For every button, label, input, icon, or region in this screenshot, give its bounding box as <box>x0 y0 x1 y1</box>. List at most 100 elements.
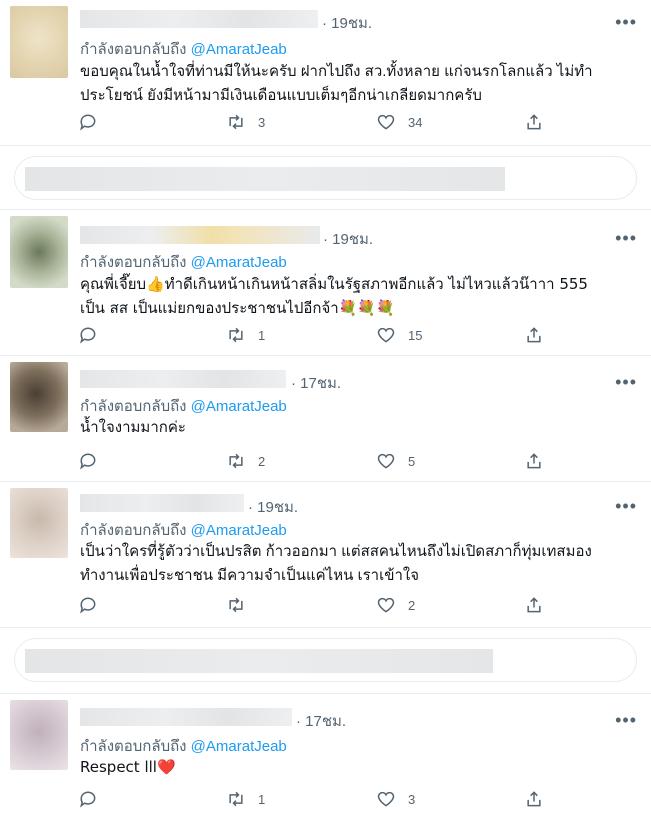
retweet-icon <box>229 453 243 469</box>
blurred-content <box>25 167 505 191</box>
reply-icon <box>80 453 96 470</box>
hidden-reply-pill[interactable] <box>14 638 637 682</box>
share-icon <box>527 791 541 807</box>
tweet-text-line: น้ำใจงามมากค่ะ <box>80 419 186 436</box>
like-button[interactable]: 34 <box>376 111 422 133</box>
like-icon <box>377 114 395 130</box>
tweet-time[interactable]: · 19ชม. <box>323 227 373 251</box>
like-button[interactable]: 2 <box>376 594 415 616</box>
share-button[interactable] <box>524 594 544 616</box>
tweet-time[interactable]: · 17ชม. <box>296 709 346 733</box>
like-button[interactable]: 5 <box>376 450 415 472</box>
avatar[interactable] <box>10 216 68 288</box>
retweet-icon <box>229 597 243 613</box>
reply-prefix: กำลังตอบกลับถึง <box>80 738 187 755</box>
like-count: 2 <box>408 597 416 613</box>
like-icon <box>377 327 395 343</box>
avatar[interactable] <box>10 362 68 432</box>
like-icon <box>377 791 395 807</box>
reply-handle-link[interactable]: @AmaratJeab <box>191 254 287 271</box>
author-name-blurred[interactable] <box>80 10 318 28</box>
reply-context: กำลังตอบกลับถึง @AmaratJeab <box>80 250 287 274</box>
share-button[interactable] <box>524 111 544 133</box>
reply-icon <box>80 791 96 808</box>
tweet-text: Respect lll❤️ <box>80 755 631 779</box>
like-count: 34 <box>408 114 423 130</box>
reply-context: กำลังตอบกลับถึง @AmaratJeab <box>80 518 287 542</box>
reply-button[interactable] <box>78 450 98 472</box>
tweet-text-line: คุณพี่เจี๊ยบ👍ทำดีเกินหน้าเกินหน้าสลิ่มใน… <box>80 275 588 293</box>
tweet-actions: 2 <box>78 594 558 616</box>
tweet-text: ขอบคุณในน้ำใจที่ท่านมีให้นะครับ ฝากไปถึง… <box>80 60 631 108</box>
reply-prefix: กำลังตอบกลับถึง <box>80 398 187 415</box>
tweet-1[interactable]: · 19ชม. ••• กำลังตอบกลับถึง @AmaratJeab … <box>0 0 651 146</box>
tweet-text-line: ขอบคุณในน้ำใจที่ท่านมีให้นะครับ ฝากไปถึง… <box>80 63 593 80</box>
share-button[interactable] <box>524 450 544 472</box>
reply-icon <box>80 327 96 344</box>
author-name-blurred[interactable] <box>80 494 244 512</box>
tweet-3[interactable]: · 17ชม. ••• กำลังตอบกลับถึง @AmaratJeab … <box>0 356 651 482</box>
retweet-icon <box>229 114 243 130</box>
share-icon <box>527 597 541 613</box>
tweet-time[interactable]: · 19ชม. <box>322 11 372 35</box>
reply-button[interactable] <box>78 788 98 810</box>
like-count: 15 <box>408 327 423 343</box>
retweet-icon <box>229 327 243 343</box>
share-icon <box>527 453 541 469</box>
retweet-button[interactable]: 1 <box>226 788 265 810</box>
reply-button[interactable] <box>78 111 98 133</box>
author-name-blurred[interactable] <box>80 708 292 726</box>
retweet-count: 2 <box>258 453 266 469</box>
like-count: 5 <box>408 453 416 469</box>
retweet-button[interactable]: 1 <box>226 324 265 346</box>
reply-prefix: กำลังตอบกลับถึง <box>80 254 187 271</box>
more-options-icon[interactable]: ••• <box>615 711 637 729</box>
reply-handle-link[interactable]: @AmaratJeab <box>191 398 287 415</box>
tweet-text: น้ำใจงามมากค่ะ <box>80 416 631 440</box>
like-icon <box>377 453 395 469</box>
tweet-actions: 2 5 <box>78 450 558 472</box>
retweet-count: 1 <box>258 791 266 807</box>
reply-prefix: กำลังตอบกลับถึง <box>80 41 187 58</box>
tweet-actions: 3 34 <box>78 111 558 133</box>
tweet-text-line: เป็น สส เป็นแม่ยกของประชาชนไปอีกจ้า💐💐💐 <box>80 299 395 317</box>
avatar[interactable] <box>10 6 68 78</box>
retweet-button[interactable]: 2 <box>226 450 265 472</box>
tweet-text: เป็นว่าใครที่รู้ตัวว่าเป็นปรสิต ก้าวออกม… <box>80 540 631 588</box>
share-icon <box>527 327 541 343</box>
reply-handle-link[interactable]: @AmaratJeab <box>191 522 287 539</box>
tweet-2[interactable]: · 19ชม. ••• กำลังตอบกลับถึง @AmaratJeab … <box>0 210 651 356</box>
tweet-time[interactable]: · 17ชม. <box>291 371 341 395</box>
like-button[interactable]: 3 <box>376 788 415 810</box>
like-button[interactable]: 15 <box>376 324 422 346</box>
tweet-time[interactable]: · 19ชม. <box>248 495 298 519</box>
more-options-icon[interactable]: ••• <box>615 13 637 31</box>
tweet-4[interactable]: · 19ชม. ••• กำลังตอบกลับถึง @AmaratJeab … <box>0 482 651 628</box>
more-options-icon[interactable]: ••• <box>615 229 637 247</box>
retweet-button[interactable]: 3 <box>226 111 265 133</box>
tweet-text-line: ทำงานเพื่อประชาชน มีความจำเป็นแค่ไหน เรา… <box>80 567 420 584</box>
author-name-blurred[interactable] <box>80 370 286 388</box>
hidden-reply-row <box>0 146 651 210</box>
reply-handle-link[interactable]: @AmaratJeab <box>191 41 287 58</box>
retweet-button[interactable] <box>226 594 258 616</box>
author-name-blurred[interactable] <box>80 226 320 244</box>
reply-button[interactable] <box>78 594 98 616</box>
hidden-reply-pill[interactable] <box>14 156 637 200</box>
like-count: 3 <box>408 791 416 807</box>
more-options-icon[interactable]: ••• <box>615 497 637 515</box>
avatar[interactable] <box>10 700 68 770</box>
reply-handle-link[interactable]: @AmaratJeab <box>191 738 287 755</box>
tweet-actions: 1 15 <box>78 324 558 346</box>
retweet-count: 3 <box>258 114 266 130</box>
tweet-text-line: ประโยชน์ ยังมีหน้ามามีเงินเดือนแบบเต็มๆอ… <box>80 87 482 104</box>
retweet-icon <box>229 791 243 807</box>
share-button[interactable] <box>524 324 544 346</box>
tweet-5[interactable]: · 17ชม. ••• กำลังตอบกลับถึง @AmaratJeab … <box>0 694 651 820</box>
reply-button[interactable] <box>78 324 98 346</box>
reply-icon <box>80 597 96 614</box>
reply-context: กำลังตอบกลับถึง @AmaratJeab <box>80 394 287 418</box>
share-button[interactable] <box>524 788 544 810</box>
more-options-icon[interactable]: ••• <box>615 373 637 391</box>
avatar[interactable] <box>10 488 68 558</box>
